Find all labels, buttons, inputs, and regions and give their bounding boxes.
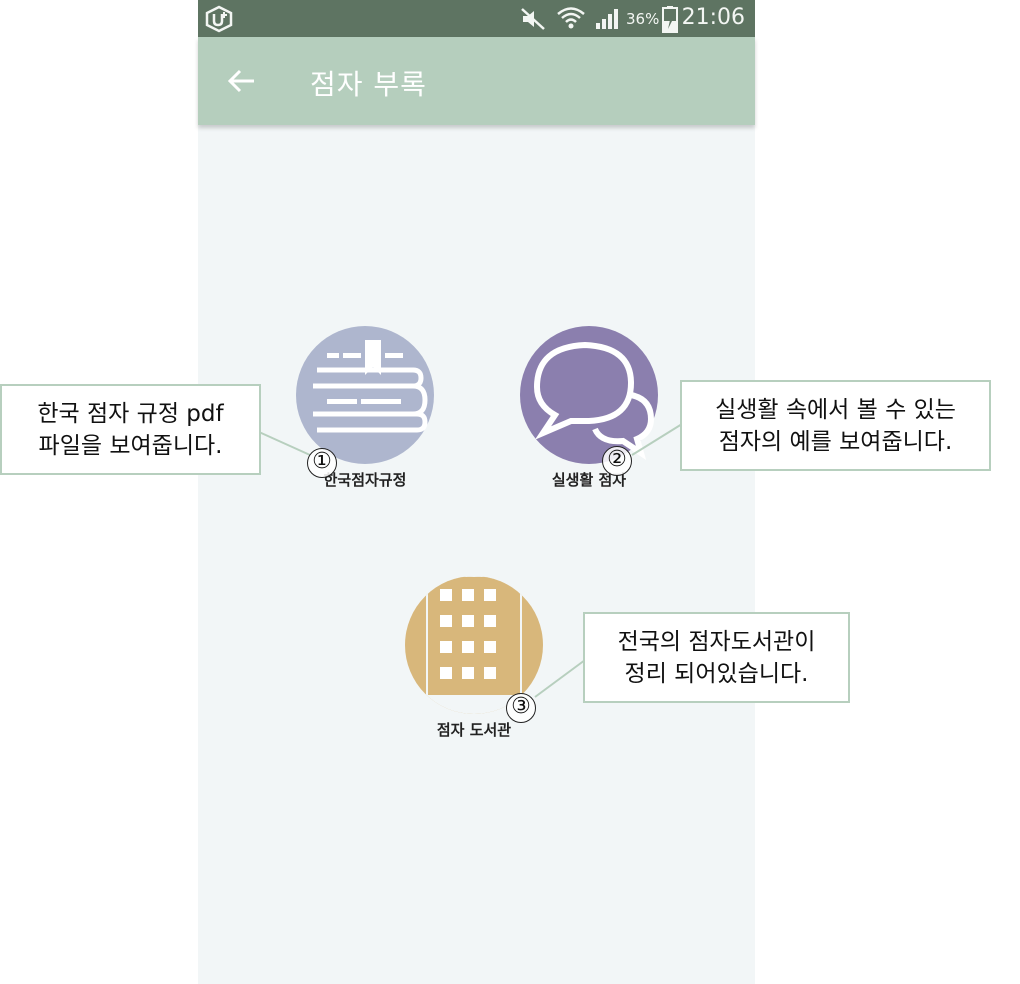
- connector-line-1: [258, 431, 311, 456]
- connector-line-2: [631, 423, 683, 456]
- annotation-callout-1: 한국 점자 규정 pdf 파일을 보여줍니다.: [0, 384, 261, 475]
- annotation-connectors: [258, 423, 683, 698]
- callout-line: 정리 되어있습니다.: [624, 661, 809, 687]
- callout-line: 한국 점자 규정 pdf: [37, 401, 224, 427]
- connector-line-3: [534, 659, 586, 698]
- annotation-callout-3: 전국의 점자도서관이 정리 되어있습니다.: [583, 612, 850, 703]
- annotation-number-2: ②: [602, 446, 632, 476]
- annotation-number-1: ①: [307, 448, 337, 478]
- annotation-number-3: ③: [506, 693, 536, 723]
- callout-line: 점자의 예를 보여줍니다.: [718, 429, 953, 455]
- annotation-callout-2: 실생활 속에서 볼 수 있는 점자의 예를 보여줍니다.: [680, 380, 991, 471]
- callout-line: 파일을 보여줍니다.: [38, 433, 223, 459]
- callout-line: 실생활 속에서 볼 수 있는: [715, 397, 956, 423]
- callout-line: 전국의 점자도서관이: [617, 629, 816, 655]
